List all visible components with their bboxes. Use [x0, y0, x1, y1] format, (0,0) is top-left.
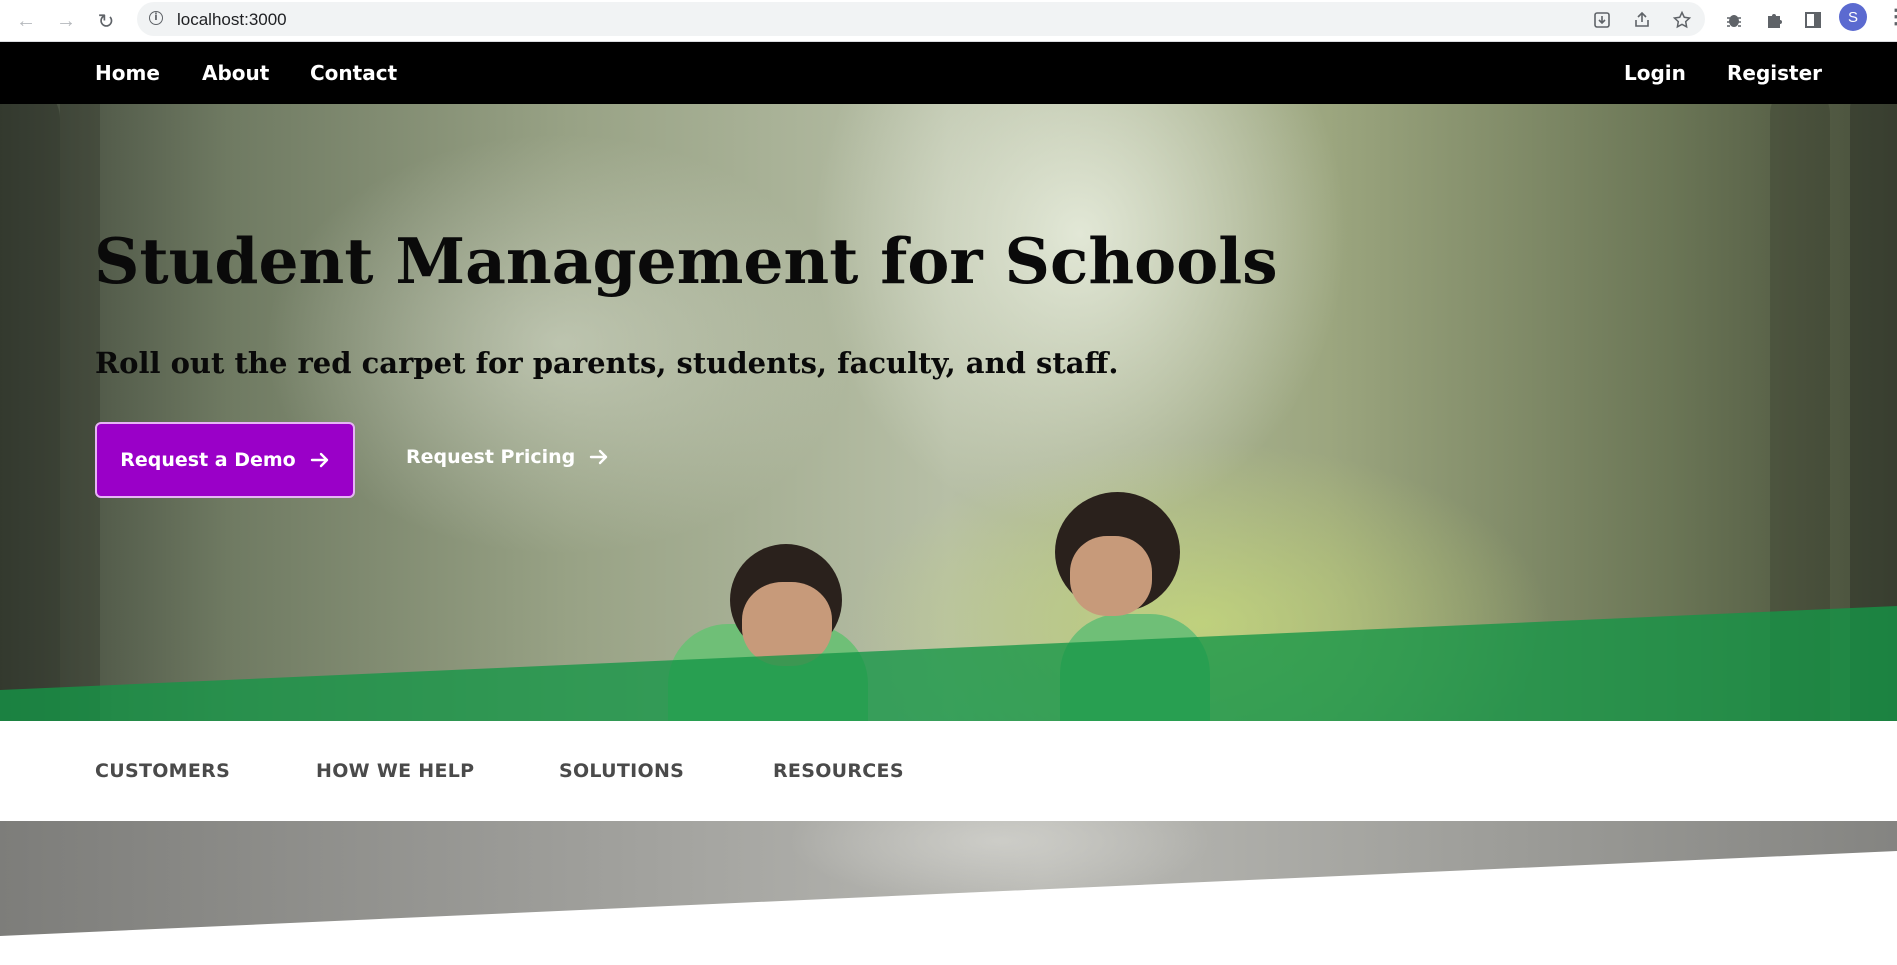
nav-home-link[interactable]: Home — [95, 61, 160, 85]
share-icon[interactable] — [1627, 5, 1657, 35]
site-info-icon[interactable]: i — [149, 11, 163, 25]
subnav-resources[interactable]: RESOURCES — [773, 760, 904, 782]
hero-section: Student Management for Schools Roll out … — [0, 104, 1897, 721]
install-app-icon[interactable] — [1587, 5, 1617, 35]
browser-toolbar: ← → ↻ i localhost:3000 S ⋮ — [0, 0, 1897, 42]
subnav-customers[interactable]: CUSTOMERS — [95, 760, 230, 782]
request-pricing-label: Request Pricing — [406, 446, 576, 468]
nav-login-link[interactable]: Login — [1624, 61, 1686, 85]
back-icon[interactable]: ← — [12, 7, 40, 35]
nav-register-link[interactable]: Register — [1727, 61, 1822, 85]
hero-subtitle: Roll out the red carpet for parents, stu… — [95, 346, 1119, 380]
url-text: localhost:3000 — [177, 10, 287, 29]
subnav-how-we-help[interactable]: HOW WE HELP — [316, 760, 474, 782]
reload-icon[interactable]: ↻ — [92, 7, 120, 35]
profile-avatar[interactable]: S — [1839, 3, 1867, 31]
extensions-puzzle-icon[interactable] — [1759, 5, 1789, 35]
address-bar[interactable]: i localhost:3000 — [137, 2, 1705, 36]
side-panel-icon[interactable] — [1798, 5, 1828, 35]
request-demo-label: Request a Demo — [120, 449, 296, 471]
subnav-solutions[interactable]: SOLUTIONS — [559, 760, 684, 782]
request-pricing-link[interactable]: Request Pricing — [406, 446, 609, 468]
site-navbar: Home About Contact Login Register — [0, 42, 1897, 104]
lower-background-strip — [0, 821, 1897, 936]
bookmark-star-icon[interactable] — [1667, 5, 1697, 35]
arrow-right-icon — [590, 449, 608, 465]
green-diagonal-band — [0, 606, 1897, 721]
hero-title: Student Management for Schools — [94, 224, 1278, 298]
bug-extension-icon[interactable] — [1719, 5, 1749, 35]
menu-kebab-icon[interactable]: ⋮ — [1886, 4, 1897, 29]
nav-about-link[interactable]: About — [202, 61, 269, 85]
request-demo-button[interactable]: Request a Demo — [95, 422, 355, 498]
arrow-right-icon — [310, 452, 328, 468]
section-subnav: CUSTOMERS HOW WE HELP SOLUTIONS RESOURCE… — [0, 721, 1897, 821]
forward-icon[interactable]: → — [52, 7, 80, 35]
nav-contact-link[interactable]: Contact — [310, 61, 397, 85]
